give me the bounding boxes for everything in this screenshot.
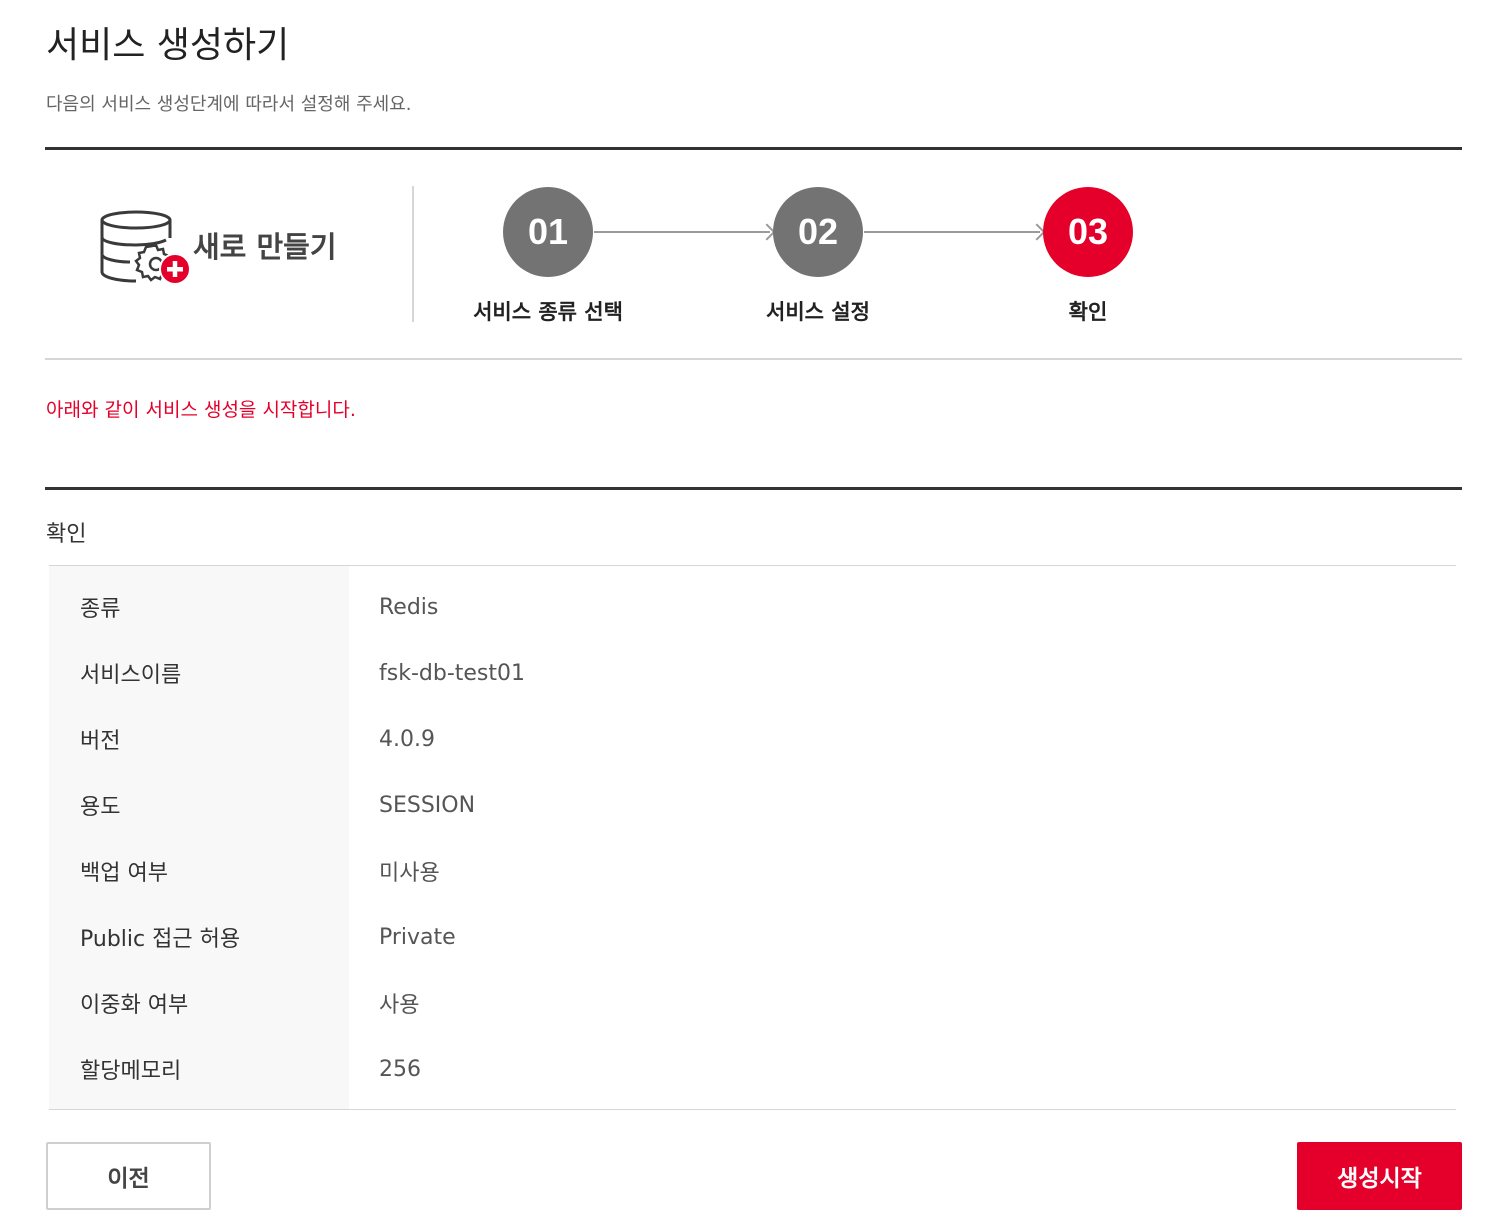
table-row: 백업 여부 미사용 (49, 838, 1456, 904)
row-key: 서비스이름 (80, 663, 182, 688)
start-create-button[interactable]: 생성시작 (1297, 1142, 1462, 1210)
row-key: 백업 여부 (80, 861, 168, 886)
prev-button[interactable]: 이전 (46, 1142, 211, 1210)
step-connector (864, 231, 1040, 233)
row-value: Private (379, 924, 456, 950)
page-title: 서비스 생성하기 (46, 25, 290, 66)
table-row: 이중화 여부 사용 (49, 970, 1456, 1036)
table-row: 용도 SESSION (49, 772, 1456, 838)
section-title: 확인 (46, 522, 87, 547)
header-divider (45, 147, 1462, 150)
row-value: 256 (379, 1056, 421, 1082)
row-key: 용도 (80, 795, 121, 820)
step-1-circle: 01 (503, 187, 593, 277)
step-connector (594, 231, 770, 233)
row-value: 미사용 (379, 861, 440, 886)
row-value: 사용 (379, 993, 420, 1018)
database-gear-add-icon (100, 210, 191, 285)
row-key: 종류 (80, 597, 121, 622)
page-subtitle: 다음의 서비스 생성단계에 따라서 설정해 주세요. (46, 94, 412, 115)
table-row: 할당메모리 256 (49, 1036, 1456, 1102)
confirm-table: 종류 Redis 서비스이름 fsk-db-test01 버전 4.0.9 용도… (49, 565, 1456, 1110)
step-3-circle: 03 (1043, 187, 1133, 277)
row-value: 4.0.9 (379, 726, 435, 752)
row-key: 할당메모리 (80, 1059, 182, 1084)
row-value: Redis (379, 594, 439, 620)
section-divider (45, 487, 1462, 490)
wizard-divider (412, 186, 414, 322)
step-2-circle: 02 (773, 187, 863, 277)
step-3-label: 확인 (1068, 300, 1108, 324)
row-key: 이중화 여부 (80, 993, 189, 1018)
table-row: 서비스이름 fsk-db-test01 (49, 640, 1456, 706)
table-row: 종류 Redis (49, 574, 1456, 640)
row-value: SESSION (379, 792, 476, 818)
row-value: fsk-db-test01 (379, 660, 525, 686)
row-key: 버전 (80, 729, 121, 754)
new-service-brand: 새로 만들기 (100, 208, 360, 288)
brand-label: 새로 만들기 (193, 230, 337, 264)
row-key: Public 접근 허용 (80, 927, 241, 952)
table-row: 버전 4.0.9 (49, 706, 1456, 772)
step-2-label: 서비스 설정 (766, 300, 870, 324)
table-row: Public 접근 허용 Private (49, 904, 1456, 970)
wizard-bottom-divider (45, 358, 1462, 360)
start-notice: 아래와 같이 서비스 생성을 시작합니다. (46, 399, 356, 421)
step-1-label: 서비스 종류 선택 (473, 300, 623, 324)
